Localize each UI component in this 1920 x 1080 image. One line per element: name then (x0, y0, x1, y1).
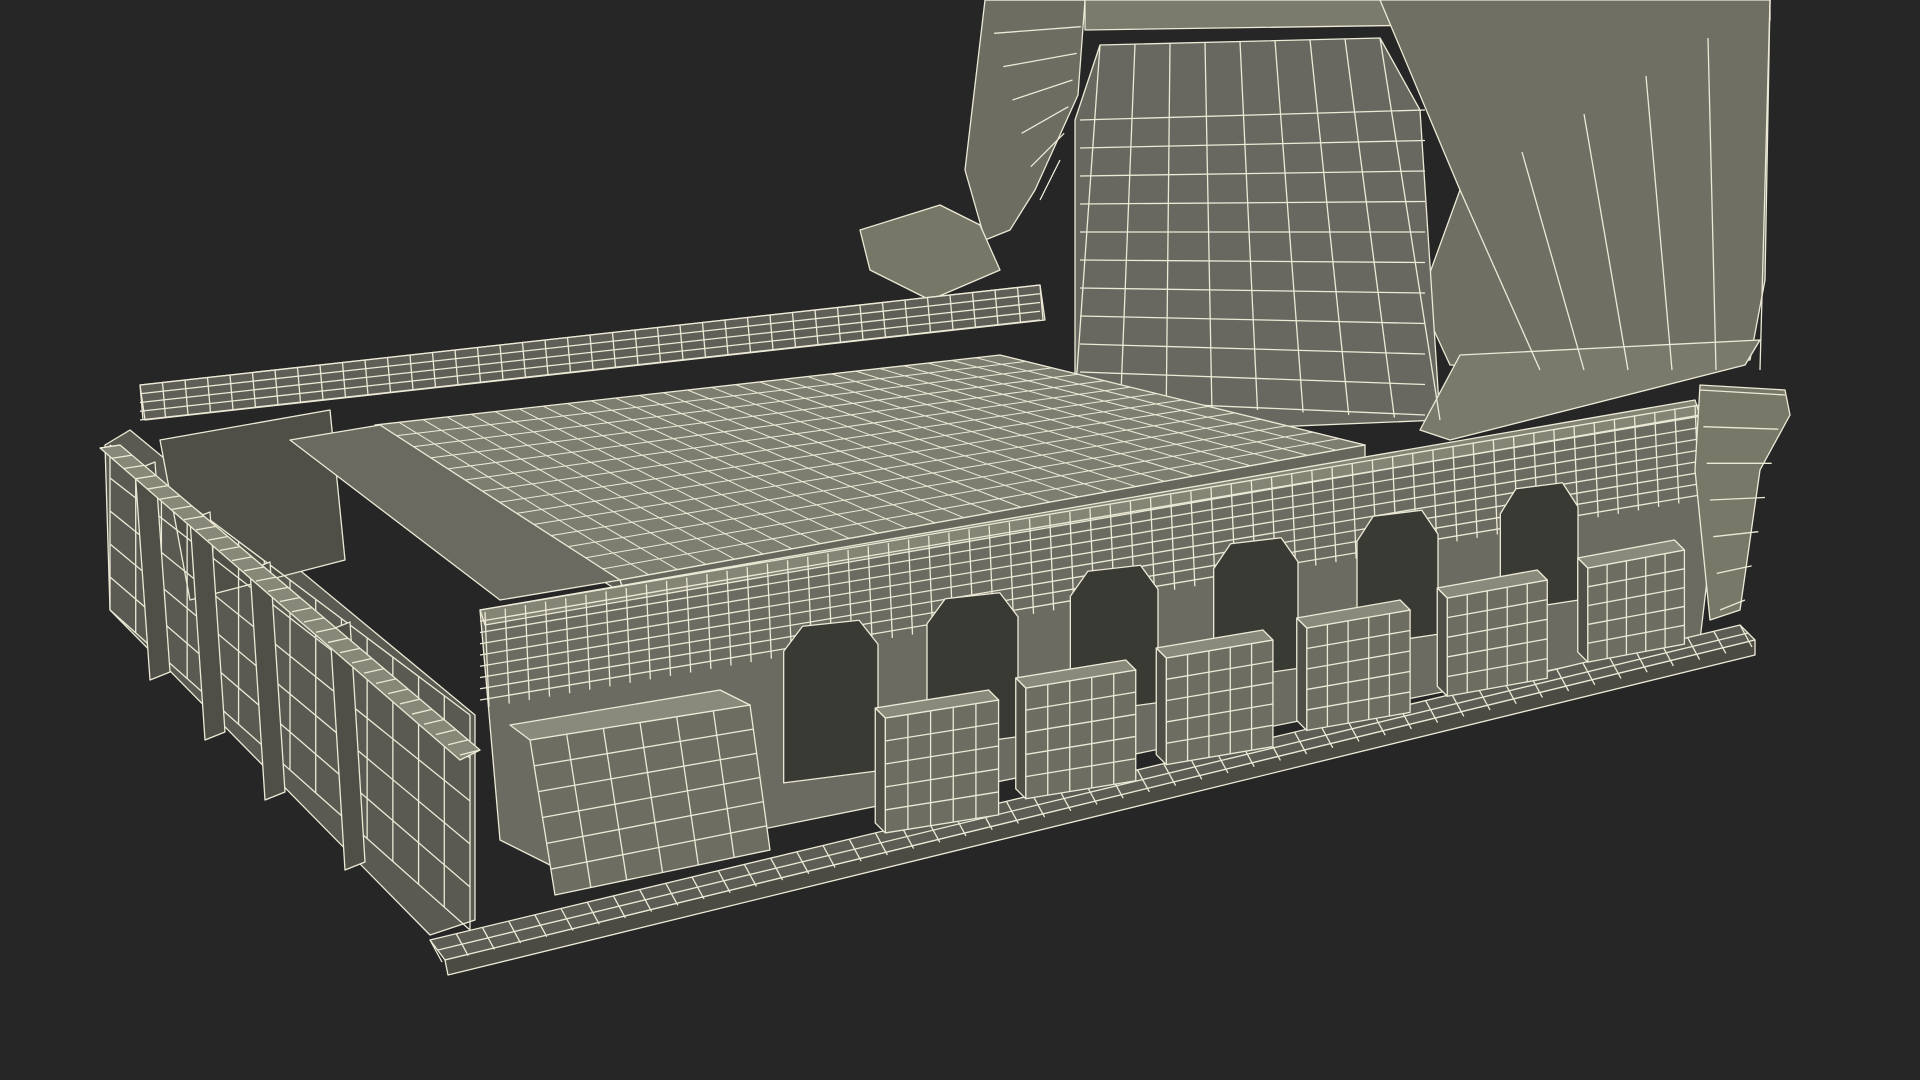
viewport (0, 0, 1920, 1080)
block-side (1015, 677, 1027, 800)
block-side (1577, 557, 1589, 663)
block-front (884, 699, 1000, 834)
block-front (1446, 579, 1548, 697)
block-front (1165, 639, 1274, 766)
block-side (1436, 587, 1448, 697)
block-side (1296, 617, 1308, 732)
block-side (1155, 647, 1167, 766)
block-front (1587, 549, 1686, 663)
block-front (1025, 669, 1137, 800)
block-front (1306, 609, 1411, 732)
arch (783, 619, 879, 784)
block-side (874, 707, 886, 834)
gantry-head (1074, 37, 1441, 431)
